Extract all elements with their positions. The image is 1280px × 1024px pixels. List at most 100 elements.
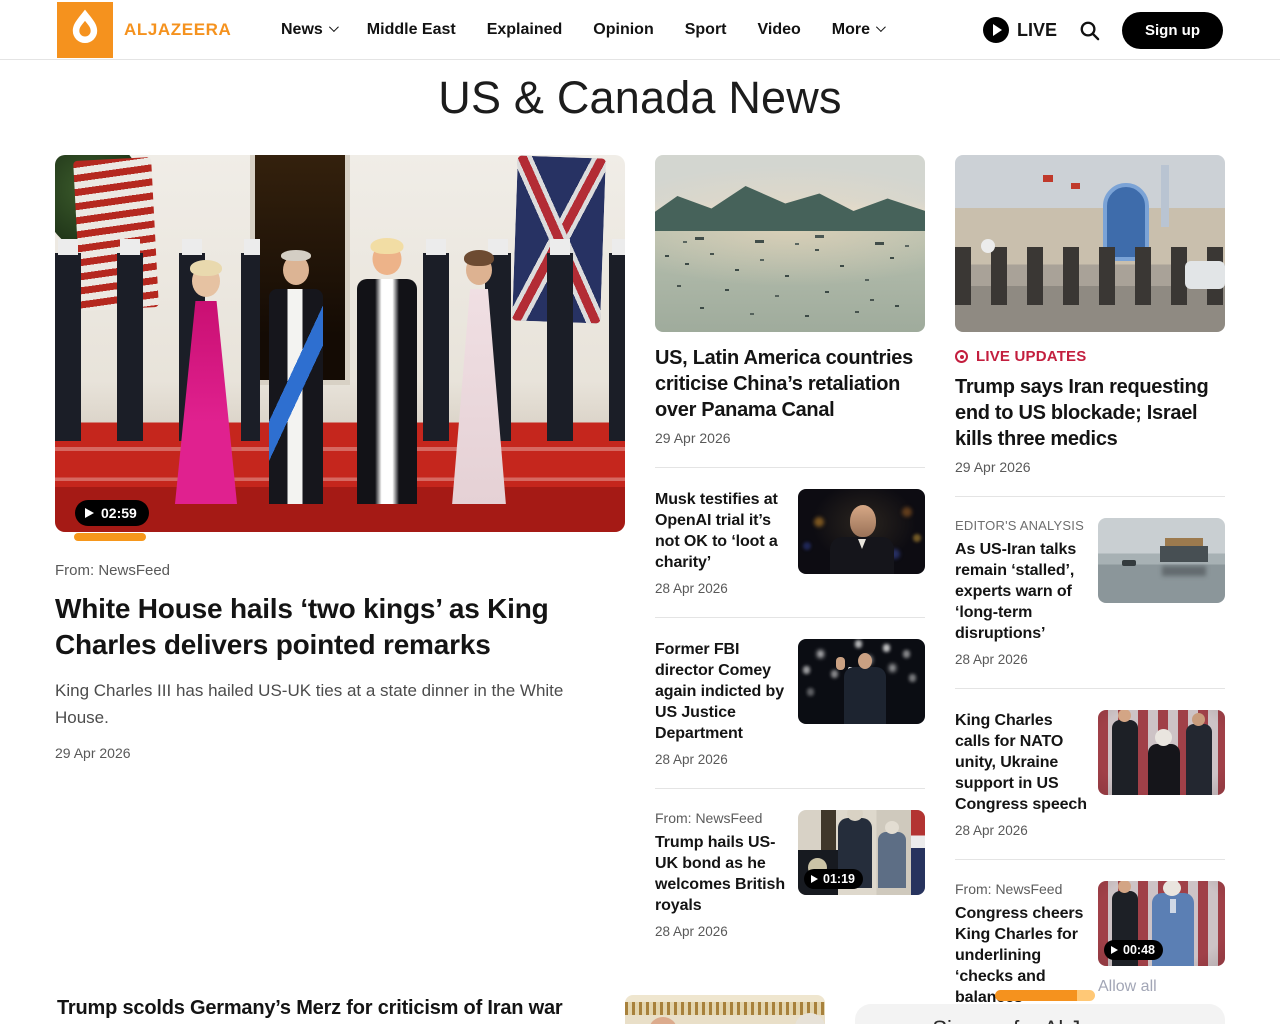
article-title[interactable]: Musk testifies at OpenAI trial it’s not … bbox=[655, 489, 790, 573]
article-date: 28 Apr 2026 bbox=[655, 924, 790, 939]
ship-shape bbox=[1160, 546, 1208, 562]
story-thumbnail[interactable]: 01:19 bbox=[798, 810, 925, 895]
gold-frieze-shape bbox=[625, 1002, 825, 1015]
story-card[interactable]: Musk testifies at OpenAI trial it’s not … bbox=[655, 468, 925, 617]
signup-card-title: Sign up for Al Jazeera bbox=[932, 1016, 1147, 1024]
king-charles-figure bbox=[269, 289, 323, 504]
story-thumbnail[interactable] bbox=[1098, 518, 1225, 603]
video-duration-badge: 00:48 bbox=[1104, 940, 1163, 960]
article-kicker: From: NewsFeed bbox=[55, 562, 625, 579]
comey-hearing-illustration bbox=[798, 639, 925, 724]
nav-item-explained[interactable]: Explained bbox=[487, 21, 563, 39]
queen-camilla-figure bbox=[173, 301, 239, 504]
story-card[interactable]: EDITOR'S ANALYSIS As US-Iran talks remai… bbox=[955, 497, 1225, 688]
signup-card[interactable]: Sign up for Al Jazeera bbox=[855, 1004, 1225, 1024]
search-icon[interactable] bbox=[1078, 19, 1101, 42]
chevron-down-icon bbox=[329, 22, 339, 32]
nav-item-news[interactable]: News bbox=[281, 21, 336, 39]
vance-figure-shape bbox=[1112, 720, 1138, 795]
play-triangle-icon bbox=[811, 875, 818, 883]
article-date: 28 Apr 2026 bbox=[655, 581, 790, 596]
live-updates-badge: LIVE UPDATES bbox=[955, 348, 1225, 365]
suit-shape bbox=[830, 537, 894, 574]
garland-shape bbox=[685, 1019, 775, 1024]
column-middle: US, Latin America countries criticise Ch… bbox=[655, 155, 925, 960]
signup-button[interactable]: Sign up bbox=[1122, 12, 1223, 49]
signup-progress bbox=[995, 990, 1095, 1001]
story-list: Musk testifies at OpenAI trial it’s not … bbox=[655, 467, 925, 960]
article-date: 29 Apr 2026 bbox=[55, 745, 625, 761]
face-shape bbox=[850, 505, 876, 537]
story-thumbnail[interactable] bbox=[1098, 710, 1225, 795]
story-thumbnail[interactable] bbox=[798, 639, 925, 724]
lead-thumbnail[interactable]: 02:59 bbox=[55, 155, 625, 532]
article-title[interactable]: Trump hails US-UK bond as he welcomes Br… bbox=[655, 832, 790, 916]
article-title[interactable]: King Charles calls for NATO unity, Ukrai… bbox=[955, 710, 1090, 815]
boat-shape bbox=[1122, 560, 1136, 566]
aljazeera-logo[interactable] bbox=[57, 2, 113, 58]
flag-shape bbox=[1071, 183, 1080, 189]
cargo-ship-illustration bbox=[1098, 518, 1225, 603]
main-nav: News Middle East Explained Opinion Sport… bbox=[281, 0, 883, 60]
consent-allow-link[interactable]: Allow all bbox=[1098, 978, 1225, 996]
state-dinner-illustration bbox=[55, 155, 625, 532]
bottom-thumbnail[interactable] bbox=[625, 995, 825, 1024]
article-title[interactable]: Trump says Iran requesting end to US blo… bbox=[955, 374, 1225, 452]
nav-item-middle-east[interactable]: Middle East bbox=[367, 21, 456, 39]
story-card[interactable]: Former FBI director Comey again indicted… bbox=[655, 617, 925, 788]
article-kicker: From: NewsFeed bbox=[655, 810, 790, 826]
car-shape bbox=[1185, 261, 1225, 289]
story-thumbnail[interactable] bbox=[798, 489, 925, 574]
play-icon bbox=[983, 17, 1009, 43]
article-title[interactable]: As US-Iran talks remain ‘stalled’, exper… bbox=[955, 539, 1090, 644]
story-thumbnail[interactable] bbox=[955, 155, 1225, 332]
article-date: 28 Apr 2026 bbox=[955, 652, 1090, 667]
musk-illustration bbox=[798, 489, 925, 574]
flag-shape bbox=[1043, 175, 1053, 182]
nav-item-video[interactable]: Video bbox=[758, 21, 801, 39]
panama-bay-illustration bbox=[655, 155, 925, 332]
article-date: 28 Apr 2026 bbox=[655, 752, 790, 767]
video-duration-badge: 01:19 bbox=[804, 869, 863, 889]
site-header: ALJAZEERA News Middle East Explained Opi… bbox=[0, 0, 1280, 60]
palace-room-illustration bbox=[625, 995, 825, 1024]
boats-shape bbox=[665, 255, 669, 257]
article-title[interactable]: Former FBI director Comey again indicted… bbox=[655, 639, 790, 744]
story-card[interactable]: King Charles calls for NATO unity, Ukrai… bbox=[955, 688, 1225, 859]
ships-shape bbox=[695, 237, 704, 240]
play-triangle-icon bbox=[1111, 946, 1118, 954]
chevron-down-icon bbox=[876, 22, 886, 32]
mountains-shape bbox=[655, 181, 925, 231]
bottom-headline[interactable]: Trump scolds Germany’s Merz for criticis… bbox=[57, 997, 562, 1020]
nav-item-sport[interactable]: Sport bbox=[685, 21, 727, 39]
article-title[interactable]: White House hails ‘two kings’ as King Ch… bbox=[55, 591, 560, 663]
article-title[interactable]: US, Latin America countries criticise Ch… bbox=[655, 345, 925, 423]
video-duration-badge: 02:59 bbox=[75, 500, 149, 526]
nav-item-more[interactable]: More bbox=[832, 21, 883, 39]
sworn-figure-shape bbox=[844, 667, 886, 724]
article-date: 29 Apr 2026 bbox=[955, 459, 1225, 475]
story-thumbnail[interactable] bbox=[655, 155, 925, 332]
story-list: EDITOR'S ANALYSIS As US-Iran talks remai… bbox=[955, 496, 1225, 1024]
page-title: US & Canada News bbox=[0, 72, 1280, 124]
charles-figure-shape bbox=[878, 832, 906, 888]
nav-item-opinion[interactable]: Opinion bbox=[593, 21, 653, 39]
header-actions: LIVE Sign up bbox=[983, 0, 1223, 60]
uk-flag-shape bbox=[911, 810, 925, 895]
article-excerpt: King Charles III has hailed US-UK ties a… bbox=[55, 677, 603, 731]
brand-wordmark[interactable]: ALJAZEERA bbox=[124, 20, 231, 40]
flame-icon bbox=[68, 8, 102, 53]
lead-article: 02:59 From: NewsFeed White House hails ‘… bbox=[55, 155, 625, 761]
head-shape bbox=[649, 1017, 677, 1024]
story-card[interactable]: From: NewsFeed Trump hails US-UK bond as… bbox=[655, 788, 925, 960]
watch-progress-bar bbox=[74, 533, 146, 541]
article-date: 28 Apr 2026 bbox=[955, 823, 1090, 838]
congress-speech-illustration bbox=[1098, 710, 1225, 795]
trump-figure bbox=[357, 279, 417, 504]
live-button[interactable]: LIVE bbox=[983, 17, 1057, 43]
column-right: LIVE UPDATES Trump says Iran requesting … bbox=[955, 155, 1225, 1024]
iran-street-illustration bbox=[955, 155, 1225, 332]
melania-figure bbox=[447, 289, 511, 504]
headscarf-shape bbox=[981, 239, 995, 253]
story-thumbnail[interactable]: 00:48 bbox=[1098, 881, 1225, 966]
